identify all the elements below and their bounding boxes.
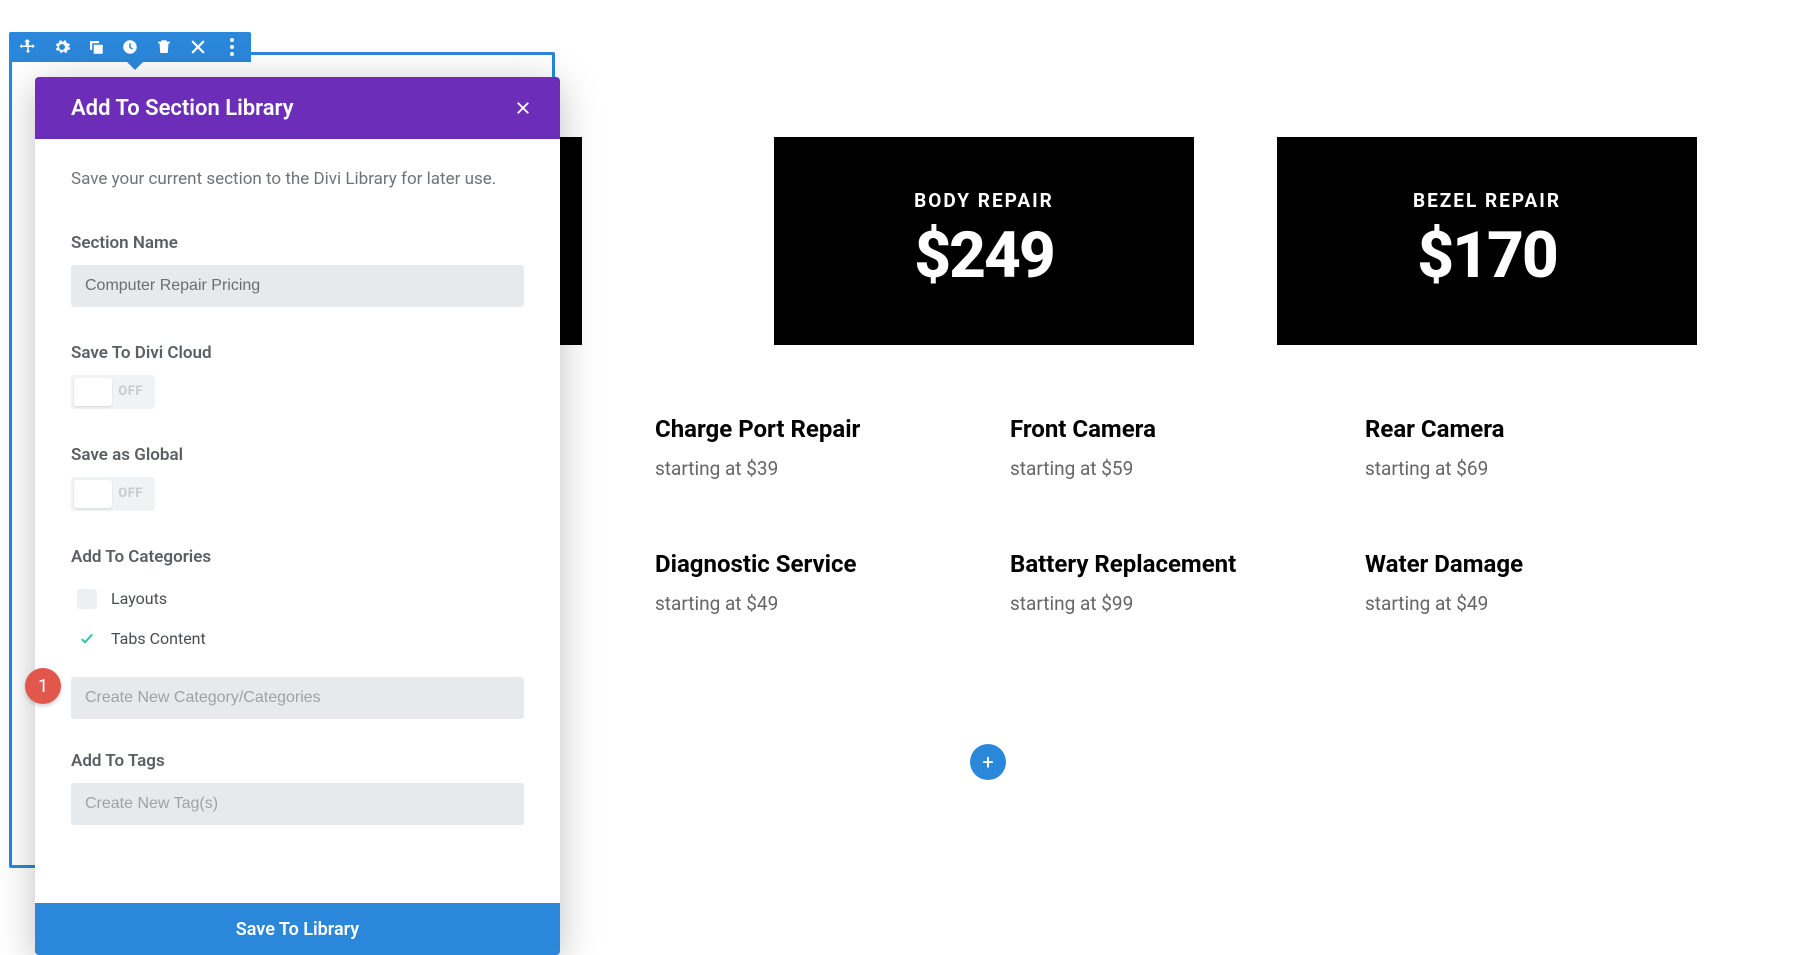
service-item: Rear Camera starting at $69 [1365, 415, 1680, 480]
service-title: Charge Port Repair [655, 415, 970, 443]
service-subtitle: starting at $49 [1365, 592, 1680, 615]
service-title: Front Camera [1010, 415, 1325, 443]
modal-title: Add To Section Library [71, 96, 294, 121]
category-option-layouts[interactable]: Layouts [71, 579, 524, 619]
checkbox-checked-icon [77, 629, 97, 649]
services-grid: Charge Port Repair starting at $39 Front… [655, 415, 1680, 615]
service-title: Water Damage [1365, 550, 1680, 578]
service-subtitle: starting at $99 [1010, 592, 1325, 615]
categories-list: Layouts Tabs Content [71, 579, 524, 659]
gear-icon[interactable] [53, 38, 71, 56]
section-toolbar [9, 32, 251, 62]
new-tag-input[interactable] [71, 783, 524, 825]
duplicate-icon[interactable] [87, 38, 105, 56]
service-item: Water Damage starting at $49 [1365, 550, 1680, 615]
service-subtitle: starting at $69 [1365, 457, 1680, 480]
new-category-input[interactable] [71, 677, 524, 719]
pricing-card-title: BODY REPAIR [914, 189, 1054, 212]
section-name-label: Section Name [71, 233, 524, 253]
modal-close-button[interactable] [512, 97, 534, 119]
modal-intro-text: Save your current section to the Divi Li… [71, 167, 524, 193]
close-icon [514, 99, 532, 117]
add-to-tags-label: Add To Tags [71, 751, 524, 771]
annotation-badge-1: 1 [25, 668, 61, 704]
save-to-library-button[interactable]: Save To Library [35, 903, 560, 955]
pricing-card-price: $249 [914, 218, 1054, 293]
service-title: Diagnostic Service [655, 550, 970, 578]
pricing-card-price: $170 [1417, 218, 1557, 293]
toggle-knob [74, 480, 112, 508]
more-icon[interactable] [223, 38, 241, 56]
add-section-button[interactable]: + [970, 744, 1006, 780]
service-subtitle: starting at $39 [655, 457, 970, 480]
badge-number: 1 [38, 676, 48, 697]
save-to-cloud-toggle[interactable]: OFF [71, 375, 155, 409]
category-option-tabs-content[interactable]: Tabs Content [71, 619, 524, 659]
modal-body: Save your current section to the Divi Li… [35, 139, 560, 903]
toggle-state: OFF [118, 384, 143, 399]
save-button-label: Save To Library [236, 919, 359, 940]
service-item: Charge Port Repair starting at $39 [655, 415, 970, 480]
category-label: Layouts [111, 589, 167, 608]
category-label: Tabs Content [111, 629, 206, 648]
save-to-cloud-label: Save To Divi Cloud [71, 343, 524, 363]
service-title: Rear Camera [1365, 415, 1680, 443]
pricing-card: BODY REPAIR $249 [774, 137, 1194, 345]
section-name-input[interactable] [71, 265, 524, 307]
pricing-card: BEZEL REPAIR $170 [1277, 137, 1697, 345]
checkbox-icon [77, 589, 97, 609]
toolbar-caret-icon [127, 62, 143, 70]
save-to-library-icon[interactable] [121, 38, 139, 56]
service-title: Battery Replacement [1010, 550, 1325, 578]
add-to-library-modal: Add To Section Library Save your current… [35, 77, 560, 955]
service-subtitle: starting at $59 [1010, 457, 1325, 480]
save-as-global-toggle[interactable]: OFF [71, 477, 155, 511]
close-icon[interactable] [189, 38, 207, 56]
modal-header: Add To Section Library [35, 77, 560, 139]
move-icon[interactable] [19, 38, 37, 56]
toggle-knob [74, 378, 112, 406]
pricing-card-title: BEZEL REPAIR [1413, 189, 1561, 212]
save-as-global-label: Save as Global [71, 445, 524, 465]
add-to-categories-label: Add To Categories [71, 547, 524, 567]
trash-icon[interactable] [155, 38, 173, 56]
toggle-state: OFF [118, 486, 143, 501]
plus-icon: + [982, 750, 993, 774]
service-subtitle: starting at $49 [655, 592, 970, 615]
service-item: Battery Replacement starting at $99 [1010, 550, 1325, 615]
service-item: Diagnostic Service starting at $49 [655, 550, 970, 615]
service-item: Front Camera starting at $59 [1010, 415, 1325, 480]
